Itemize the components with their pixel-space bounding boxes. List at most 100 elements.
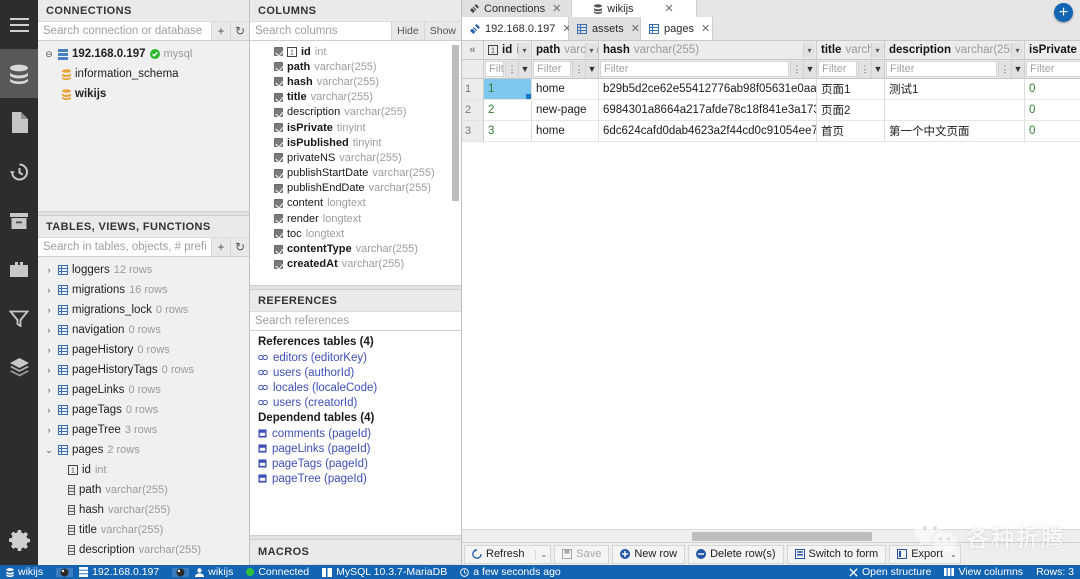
column-visible-checkbox[interactable]	[274, 244, 283, 254]
expander-icon[interactable]: ›	[44, 325, 54, 335]
chevron-down-icon[interactable]: ▾	[871, 43, 883, 58]
grid-column-header[interactable]: hash varchar(255) ▾	[599, 41, 817, 60]
table-node[interactable]: › navigation 0 rows	[38, 320, 249, 340]
column-checkbox-row[interactable]: content longtext	[250, 196, 461, 211]
grid-column-header[interactable]: 1idint▾	[484, 41, 532, 60]
columns-search-input[interactable]	[250, 22, 392, 40]
grid-column-header[interactable]: isPrivatetinyint	[1025, 41, 1080, 60]
chevron-down-icon[interactable]: ▾	[518, 43, 530, 58]
table-column-node[interactable]: description varchar(255)	[38, 540, 249, 560]
close-icon[interactable]: ✕	[631, 22, 640, 35]
grid-filter-cell[interactable]: Filter⋮▼	[532, 60, 599, 79]
column-visible-checkbox[interactable]	[274, 138, 283, 148]
filter-funnel-icon[interactable]: ▼	[585, 60, 598, 78]
dependent-table-link[interactable]: comments (pageId)	[250, 426, 461, 441]
column-checkbox-row[interactable]: publishEndDate varchar(255)	[250, 181, 461, 196]
refresh-button[interactable]: Refresh ⌄	[464, 544, 552, 564]
table-column-node[interactable]: path varchar(255)	[38, 480, 249, 500]
table-node[interactable]: › migrations_lock 0 rows	[38, 300, 249, 320]
filter-input[interactable]: Filter	[1026, 61, 1080, 77]
column-visible-checkbox[interactable]	[274, 62, 283, 72]
chevron-down-icon[interactable]: ⌄	[950, 550, 957, 559]
close-icon[interactable]: ✕	[701, 22, 710, 35]
expander-icon[interactable]: ›	[44, 385, 54, 395]
reference-table-link[interactable]: locales (localeCode)	[250, 380, 461, 395]
show-columns-button[interactable]: Show	[423, 22, 461, 40]
grid-cell[interactable]: home	[532, 79, 599, 100]
export-button[interactable]: Export ⌄	[889, 544, 961, 564]
columns-scrollbar[interactable]	[452, 45, 459, 201]
database-node-wikijs[interactable]: wikijs	[38, 84, 249, 104]
reference-table-link[interactable]: users (authorId)	[250, 365, 461, 380]
column-checkbox-row[interactable]: render longtext	[250, 211, 461, 226]
expander-icon[interactable]: ›	[44, 425, 54, 435]
grid-column-header[interactable]: titlevarchar(255)▾	[817, 41, 885, 60]
column-checkbox-row[interactable]: toc longtext	[250, 226, 461, 241]
connection-node-server[interactable]: ⊖ 192.168.0.197 mysql	[38, 44, 249, 64]
status-view-columns[interactable]: View columns	[944, 566, 1030, 578]
add-connection-button[interactable]: +	[211, 22, 230, 40]
chevron-down-icon[interactable]: ⌄	[534, 549, 547, 559]
grid-cell[interactable]: b29b5d2ce62e55412776ab98f05631e0aa96597b	[599, 79, 817, 100]
database-node-information-schema[interactable]: information_schema	[38, 64, 249, 84]
grid-column-header[interactable]: pathvarchar(255)▾	[532, 41, 599, 60]
grid-cell[interactable]: 6984301a8664a217afde78c18f841e3a17306d61	[599, 100, 817, 121]
column-visible-checkbox[interactable]	[274, 259, 283, 269]
status-open-structure[interactable]: Open structure	[849, 566, 938, 578]
filter-funnel-icon[interactable]: ▼	[1011, 60, 1024, 78]
new-row-button[interactable]: New row	[612, 544, 686, 564]
connections-search-input[interactable]	[38, 22, 211, 40]
column-checkbox-row[interactable]: hash varchar(255)	[250, 74, 461, 89]
dependent-table-link[interactable]: pageTree (pageId)	[250, 471, 461, 486]
switch-to-form-button[interactable]: Switch to form	[786, 544, 887, 564]
column-checkbox-row[interactable]: isPrivate tinyint	[250, 120, 461, 135]
delete-rows-button[interactable]: Delete row(s)	[688, 544, 784, 564]
grid-cell[interactable]: 页面1	[817, 79, 885, 100]
grid-filter-cell[interactable]: Filter⋮▼	[885, 60, 1025, 79]
grid-cell[interactable]: home	[532, 121, 599, 142]
tab-pages[interactable]: pages ✕	[641, 17, 713, 40]
grid-cell[interactable]: 0	[1025, 121, 1080, 142]
expander-icon[interactable]: ›	[44, 305, 54, 315]
column-visible-checkbox[interactable]	[274, 214, 283, 224]
filter-input[interactable]: Filter	[818, 61, 857, 77]
table-node[interactable]: › pageHistoryTags 0 rows	[38, 360, 249, 380]
expander-icon[interactable]: ⊖	[44, 49, 54, 60]
grid-row[interactable]: 1 1 home b29b5d2ce62e55412776ab98f05631e0aa…	[462, 79, 1080, 100]
column-visible-checkbox[interactable]	[274, 198, 283, 208]
funnel-icon[interactable]	[0, 294, 38, 343]
grid-filter-cell[interactable]: Filter⋮	[1025, 60, 1080, 79]
column-visible-checkbox[interactable]	[274, 229, 283, 239]
table-column-node[interactable]: hash varchar(255)	[38, 500, 249, 520]
column-checkbox-row[interactable]: description varchar(255)	[250, 105, 461, 120]
column-visible-checkbox[interactable]	[274, 153, 283, 163]
grid-row[interactable]: 2 2 new-page 6984301a8664a217afde78c18f841e…	[462, 100, 1080, 121]
close-icon[interactable]: ✕	[665, 2, 674, 15]
filter-menu-icon[interactable]: ⋮	[998, 60, 1011, 78]
hide-columns-button[interactable]: Hide	[391, 22, 424, 40]
filter-funnel-icon[interactable]: ▼	[518, 60, 531, 78]
gear-icon[interactable]	[0, 515, 38, 565]
objects-search-input[interactable]	[38, 238, 211, 256]
expander-icon[interactable]: ›	[44, 405, 54, 415]
grid-cell[interactable]: 0	[1025, 100, 1080, 121]
column-checkbox-row[interactable]: 1 id int	[250, 44, 461, 59]
column-visible-checkbox[interactable]	[274, 107, 283, 117]
filter-menu-icon[interactable]: ⋮	[505, 60, 518, 78]
add-tab-button[interactable]: +	[1054, 3, 1073, 22]
table-node[interactable]: ⌄ pages 2 rows	[38, 440, 249, 460]
tab-connections[interactable]: Connections ✕	[462, 0, 572, 17]
table-node[interactable]: › loggers 12 rows	[38, 260, 249, 280]
table-node[interactable]: › pageTags 0 rows	[38, 400, 249, 420]
scrollbar-thumb[interactable]	[692, 532, 872, 541]
chevron-down-icon[interactable]: ▾	[803, 43, 815, 58]
column-checkbox-row[interactable]: publishStartDate varchar(255)	[250, 166, 461, 181]
table-column-node[interactable]: 1 id int	[38, 460, 249, 480]
filter-funnel-icon[interactable]: ▼	[803, 60, 816, 78]
grid-horizontal-scrollbar[interactable]	[462, 529, 1080, 542]
grid-cell[interactable]: 首页	[817, 121, 885, 142]
column-visible-checkbox[interactable]	[274, 183, 283, 193]
database-icon[interactable]	[0, 49, 38, 98]
grid-cell[interactable]: 测试1	[885, 79, 1025, 100]
column-visible-checkbox[interactable]	[274, 47, 283, 57]
